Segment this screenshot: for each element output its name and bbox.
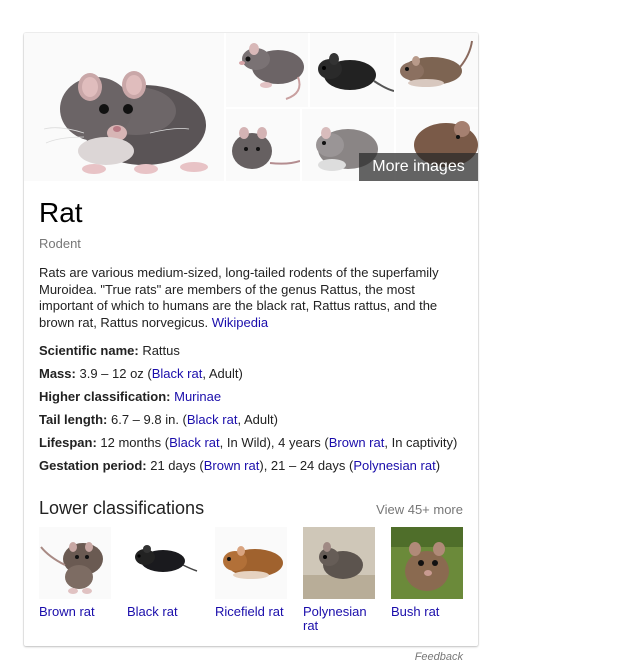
ricefield-rat-image[interactable] bbox=[215, 527, 287, 599]
polynesian-rat-image[interactable] bbox=[303, 527, 375, 599]
ricefield-rat-label[interactable]: Ricefield rat bbox=[215, 605, 287, 619]
classification-polynesian-rat[interactable]: Polynesian rat bbox=[303, 527, 375, 633]
classification-black-rat[interactable]: Black rat bbox=[127, 527, 199, 619]
main-rat-image[interactable] bbox=[24, 33, 224, 181]
fact-link[interactable]: Brown rat bbox=[204, 458, 260, 473]
lower-classifications-list: Brown rat Black rat Ricefield rat Polyne… bbox=[39, 527, 469, 637]
bush-rat-label[interactable]: Bush rat bbox=[391, 605, 463, 619]
fact-value: 6.7 – 9.8 in. ( bbox=[107, 412, 187, 427]
fact-label: Mass: bbox=[39, 366, 76, 381]
black-rat-image[interactable] bbox=[127, 527, 199, 599]
brown-rat-label[interactable]: Brown rat bbox=[39, 605, 111, 619]
fact-label: Lifespan: bbox=[39, 435, 97, 450]
fact-link[interactable]: Black rat bbox=[152, 366, 203, 381]
fact-row: Tail length: 6.7 – 9.8 in. (Black rat, A… bbox=[39, 412, 478, 435]
fact-value: 21 days ( bbox=[146, 458, 204, 473]
fact-row: Higher classification: Murinae bbox=[39, 389, 478, 412]
fact-label: Gestation period: bbox=[39, 458, 147, 473]
fact-row: Mass: 3.9 – 12 oz (Black rat, Adult) bbox=[39, 366, 478, 389]
fact-value: , In captivity) bbox=[384, 435, 458, 450]
classification-brown-rat[interactable]: Brown rat bbox=[39, 527, 111, 619]
facts-list: Scientific name: Rattus Mass: 3.9 – 12 oz… bbox=[39, 343, 478, 481]
fact-value: 12 months ( bbox=[96, 435, 170, 450]
polynesian-rat-label[interactable]: Polynesian rat bbox=[303, 605, 375, 633]
fact-row: Gestation period: 21 days (Brown rat), 2… bbox=[39, 458, 478, 481]
fact-link[interactable]: Brown rat bbox=[329, 435, 385, 450]
more-images-button[interactable]: More images bbox=[359, 153, 478, 181]
fact-value: ) bbox=[435, 458, 441, 473]
fact-link[interactable]: Black rat bbox=[187, 412, 238, 427]
knowledge-panel: More images Rat Rodent Rats are various … bbox=[24, 33, 478, 646]
fact-label: Scientific name: bbox=[39, 343, 139, 358]
fact-value: , In Wild), 4 years ( bbox=[219, 435, 329, 450]
entity-subtitle: Rodent bbox=[39, 236, 81, 251]
brown-rat-image[interactable] bbox=[39, 527, 111, 599]
classification-bush-rat[interactable]: Bush rat bbox=[391, 527, 463, 619]
fact-link[interactable]: Murinae bbox=[174, 389, 221, 404]
image-collage: More images bbox=[24, 33, 478, 181]
rat-image-5[interactable] bbox=[226, 109, 300, 181]
rat-image-2[interactable] bbox=[226, 33, 308, 107]
lower-classifications-heading: Lower classifications bbox=[39, 498, 205, 518]
fact-row: Scientific name: Rattus bbox=[39, 343, 478, 366]
fact-value: , Adult) bbox=[237, 412, 278, 427]
fact-value: Rattus bbox=[138, 343, 180, 358]
rat-image-4[interactable] bbox=[396, 33, 478, 107]
fact-row: Lifespan: 12 months (Black rat, In Wild)… bbox=[39, 435, 478, 458]
black-rat-label[interactable]: Black rat bbox=[127, 605, 199, 619]
fact-value: 3.9 – 12 oz ( bbox=[75, 366, 152, 381]
entity-description: Rats are various medium-sized, long-tail… bbox=[39, 265, 459, 331]
entity-title: Rat bbox=[39, 197, 83, 228]
fact-label: Higher classification: bbox=[39, 389, 171, 404]
feedback-link[interactable]: Feedback bbox=[415, 651, 463, 663]
fact-value: ), 21 – 24 days ( bbox=[259, 458, 354, 473]
fact-label: Tail length: bbox=[39, 412, 108, 427]
rat-image-3[interactable] bbox=[310, 33, 394, 107]
wikipedia-link[interactable]: Wikipedia bbox=[212, 315, 268, 330]
fact-value: , Adult) bbox=[202, 366, 243, 381]
classification-ricefield-rat[interactable]: Ricefield rat bbox=[215, 527, 287, 619]
fact-link[interactable]: Black rat bbox=[169, 435, 220, 450]
view-more-link[interactable]: View 45+ more bbox=[376, 502, 463, 517]
fact-link[interactable]: Polynesian rat bbox=[353, 458, 435, 473]
bush-rat-image[interactable] bbox=[391, 527, 463, 599]
